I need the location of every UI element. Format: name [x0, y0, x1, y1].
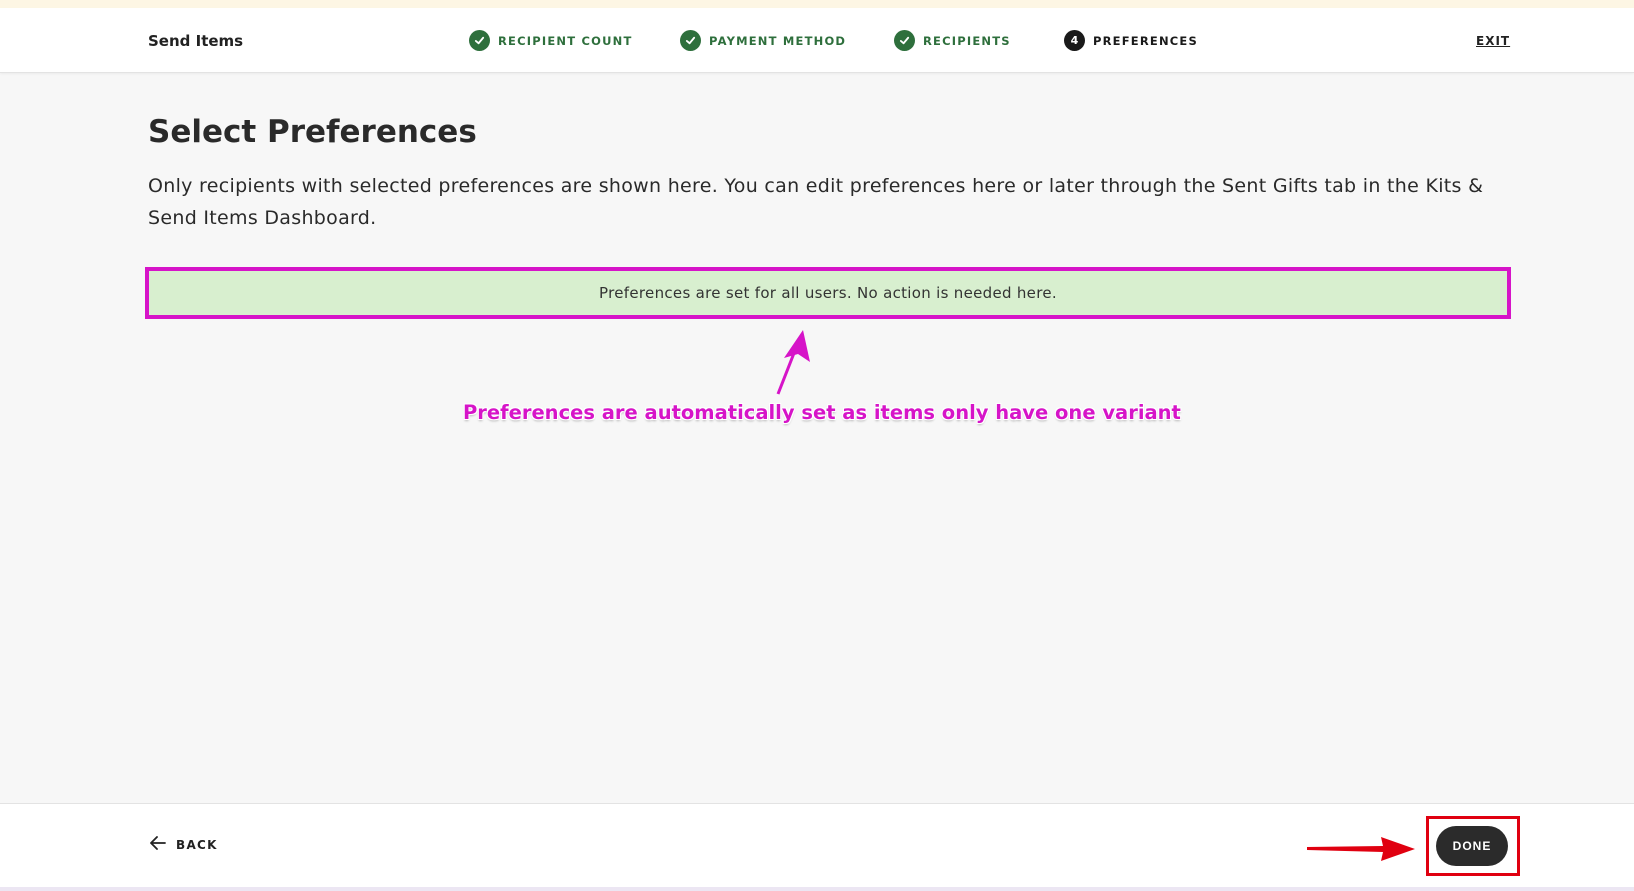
- check-icon: [894, 30, 915, 51]
- step-label: PREFERENCES: [1093, 33, 1198, 48]
- step-label: PAYMENT METHOD: [709, 33, 847, 48]
- stepper-header: Send Items RECIPIENT COUNT PAYMENT METHO…: [0, 8, 1634, 73]
- exit-link[interactable]: EXIT: [1476, 34, 1510, 48]
- step-recipient-count[interactable]: RECIPIENT COUNT: [469, 30, 633, 51]
- annotation-callout: Preferences are automatically set as ite…: [463, 401, 1181, 424]
- page-description: Only recipients with selected preference…: [148, 175, 1484, 229]
- app-title: Send Items: [148, 32, 244, 50]
- done-button[interactable]: DONE: [1436, 826, 1508, 866]
- bottom-accent-strip: [0, 887, 1634, 891]
- step-preferences: 4 PREFERENCES: [1064, 30, 1198, 51]
- annotation-arrow-icon: [776, 330, 810, 395]
- back-button[interactable]: BACK: [150, 836, 218, 853]
- red-arrow-icon: [1307, 837, 1415, 861]
- step-payment-method[interactable]: PAYMENT METHOD: [680, 30, 846, 51]
- top-accent-strip: [0, 0, 1634, 8]
- footer-bar: BACK DONE: [0, 803, 1634, 887]
- preferences-notice: Preferences are set for all users. No ac…: [145, 267, 1511, 319]
- step-label: RECIPIENTS: [923, 33, 1011, 48]
- step-number-badge: 4: [1064, 30, 1085, 51]
- back-label: BACK: [176, 837, 218, 852]
- notice-text: Preferences are set for all users. No ac…: [599, 284, 1057, 302]
- check-icon: [680, 30, 701, 51]
- step-recipients[interactable]: RECIPIENTS: [894, 30, 1011, 51]
- check-icon: [469, 30, 490, 51]
- arrow-left-icon: [150, 836, 166, 853]
- step-label: RECIPIENT COUNT: [498, 33, 633, 48]
- page-title: Select Preferences: [148, 114, 477, 150]
